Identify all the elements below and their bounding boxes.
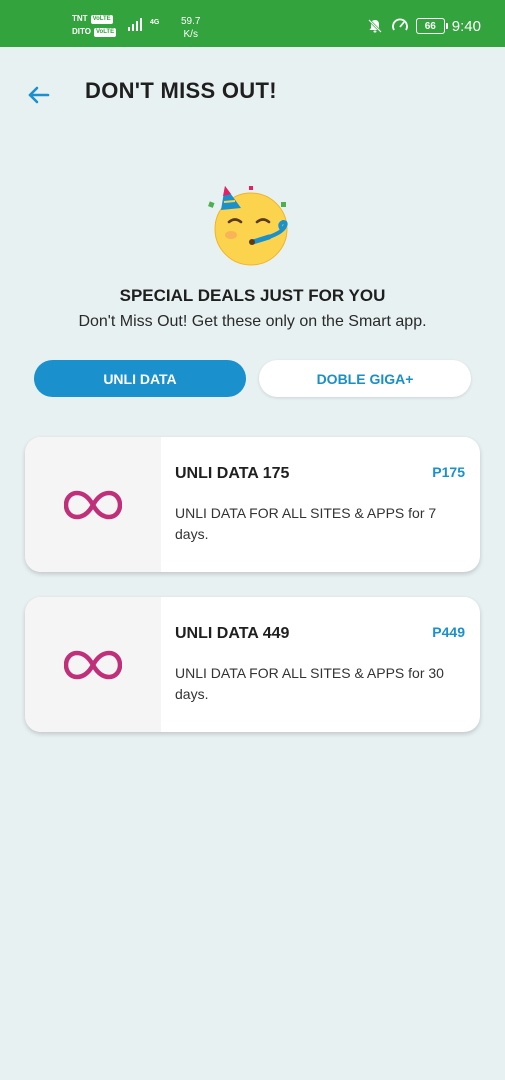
- offer-description: UNLI DATA FOR ALL SITES & APPS for 7 day…: [175, 505, 437, 542]
- offer-name: UNLI DATA 449: [175, 625, 290, 642]
- speed-unit: K/s: [183, 29, 198, 40]
- deals-title: SPECIAL DEALS JUST FOR YOU: [119, 286, 386, 305]
- offer-price: P175: [432, 464, 465, 480]
- signal-strength-icon: [156, 18, 162, 31]
- signal-strength-icon: [128, 18, 142, 31]
- speedometer-icon: [391, 17, 409, 35]
- arrow-left-icon: [28, 86, 50, 104]
- offer-card[interactable]: UNLI DATA 449 P449 UNLI DATA FOR ALL SIT…: [25, 597, 480, 732]
- volte-badge: VoLTE: [90, 14, 113, 24]
- tab-unli-data[interactable]: UNLI DATA: [34, 360, 246, 397]
- speed-value: 59.7: [181, 16, 201, 27]
- party-face-emoji: [205, 180, 301, 270]
- offer-name: UNLI DATA 175: [175, 465, 290, 482]
- clock: 9:40: [451, 17, 481, 35]
- volte-badge: VoLTE: [93, 27, 117, 37]
- carrier-1: TNT VoLTE: [72, 14, 116, 24]
- battery-icon: 66: [415, 18, 448, 34]
- deals-subtitle: Don't Miss Out! Get these only on the Sm…: [78, 313, 427, 330]
- infinity-icon: [64, 490, 122, 519]
- carrier-2: DITO VoLTE: [72, 27, 117, 37]
- infinity-icon: [64, 650, 122, 679]
- battery-level: 66: [424, 20, 436, 32]
- offer-image: [25, 597, 161, 732]
- offer-description: UNLI DATA FOR ALL SITES & APPS for 30 da…: [175, 665, 444, 702]
- carrier-info: TNT VoLTE DITO VoLTE: [72, 14, 117, 37]
- network-speed: 59.7 K/s: [181, 15, 200, 41]
- back-button[interactable]: [24, 80, 54, 110]
- offer-card[interactable]: UNLI DATA 175 P175 UNLI DATA FOR ALL SIT…: [25, 437, 480, 572]
- status-bar: TNT VoLTE DITO VoLTE 4G 59.7 K/s 66 9:40: [0, 0, 505, 47]
- bell-off-icon: [366, 17, 384, 35]
- carrier-2-name: DITO: [72, 27, 91, 36]
- offer-price: P449: [432, 624, 465, 640]
- tab-doble-giga[interactable]: DOBLE GIGA+: [259, 360, 471, 397]
- carrier-1-name: TNT: [72, 14, 88, 23]
- page-title: DON'T MISS OUT!: [85, 78, 277, 103]
- offer-image: [25, 437, 161, 572]
